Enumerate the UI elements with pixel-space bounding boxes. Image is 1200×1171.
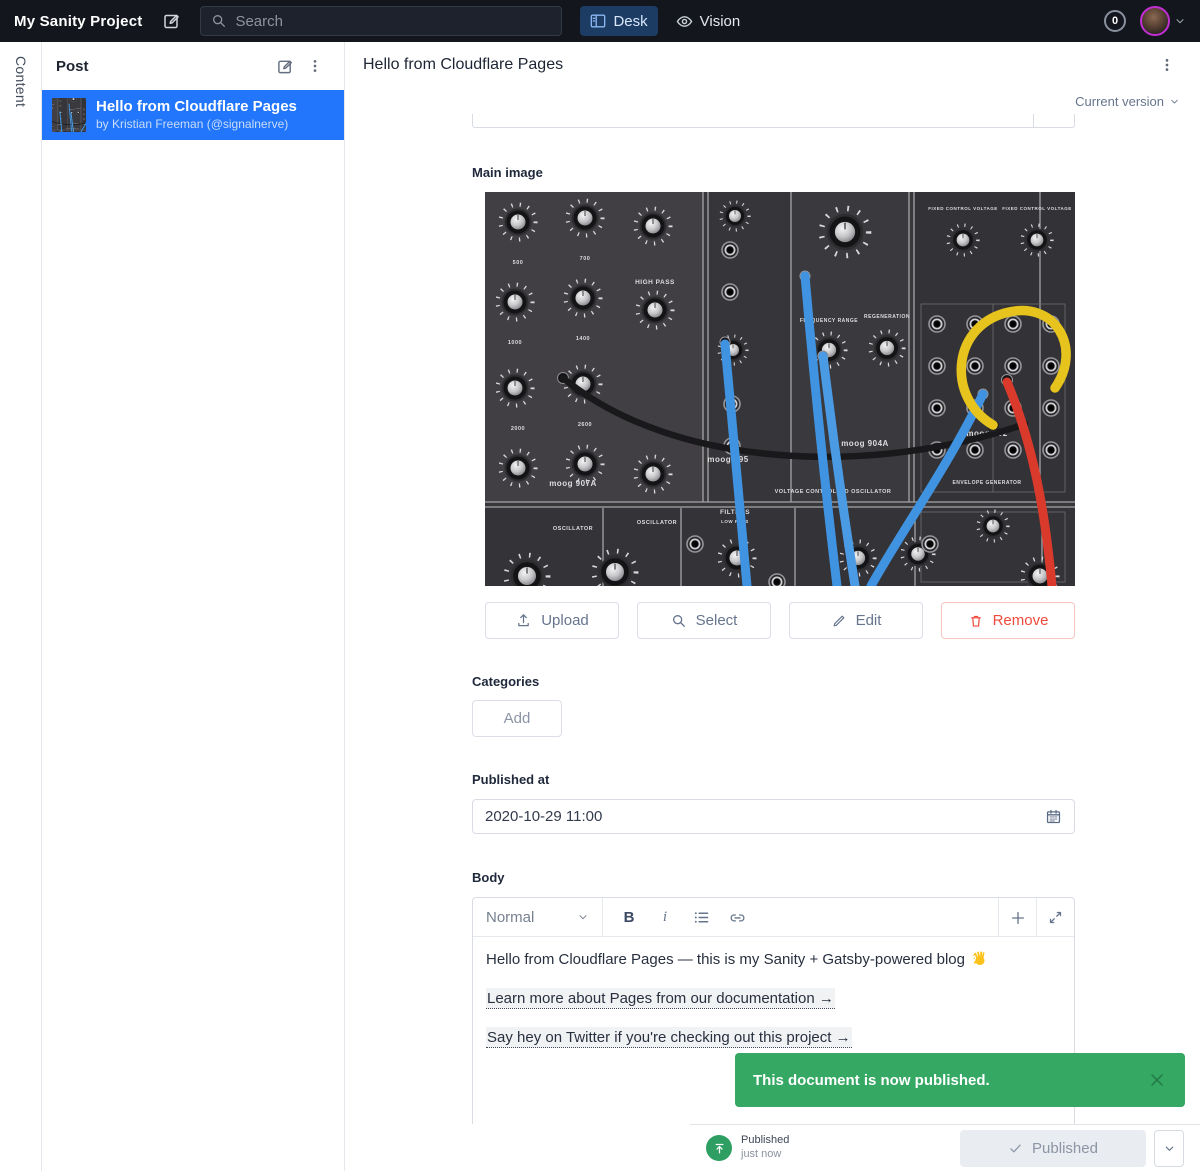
sanity-studio-window: My Sanity Project Desk Vision 0 Content … [0, 0, 1200, 1171]
body-paragraph-text: Hello from Cloudflare Pages — this is my… [486, 951, 965, 968]
published-icon [706, 1135, 732, 1161]
list-item-post[interactable]: Hello from Cloudflare Pages by Kristian … [42, 90, 344, 140]
main-image-label: Main image [472, 165, 1075, 180]
categories-label: Categories [472, 674, 1075, 689]
publish-button-label: Published [1032, 1140, 1098, 1157]
wave-emoji [971, 950, 988, 967]
new-document-icon[interactable] [270, 51, 300, 81]
body-link-paragraph: Learn more about Pages from our document… [486, 988, 1061, 1010]
pencil-icon [831, 613, 847, 629]
insert-block-button[interactable] [998, 898, 1036, 937]
chevron-down-icon [577, 911, 589, 923]
body-label: Body [472, 870, 1075, 885]
paragraph-style-value: Normal [486, 909, 534, 926]
content-rail[interactable]: Content [0, 42, 42, 1171]
list-pane-title: Post [56, 58, 270, 75]
publish-status-time: just now [741, 1148, 789, 1162]
version-selector[interactable]: Current version [1075, 94, 1180, 109]
body-paragraph: Hello from Cloudflare Pages — this is my… [486, 949, 1061, 971]
publish-status-label: Published [741, 1134, 789, 1148]
avatar[interactable] [1140, 6, 1170, 36]
search-input[interactable] [235, 13, 551, 30]
top-navbar: My Sanity Project Desk Vision 0 [0, 0, 1200, 42]
list-pane-header: Post [42, 42, 344, 90]
document-footer: Published just now Published [690, 1124, 1200, 1171]
list-item-title: Hello from Cloudflare Pages [96, 98, 297, 117]
content-rail-label: Content [13, 56, 29, 107]
editor-header: Hello from Cloudflare Pages [345, 42, 1200, 88]
rte-toolbar: Normal B i [473, 898, 1074, 937]
published-at-field [472, 799, 1075, 834]
plus-icon [1010, 910, 1026, 926]
fullscreen-button[interactable] [1036, 898, 1074, 937]
body-link-twitter[interactable]: Say hey on Twitter if you're checking ou… [486, 1027, 852, 1048]
chevron-down-icon [1169, 96, 1180, 107]
published-at-label: Published at [472, 772, 1075, 787]
upload-icon [515, 612, 532, 629]
body-link-docs[interactable]: Learn more about Pages from our document… [486, 988, 835, 1009]
toast-message: This document is now published. [753, 1072, 1143, 1089]
toast-close-icon[interactable] [1143, 1066, 1171, 1094]
expand-icon [1048, 910, 1063, 925]
link-icon [729, 909, 746, 926]
publish-status-chip: Published just now [706, 1134, 789, 1162]
chevron-down-icon [1163, 1142, 1176, 1155]
editor-menu-icon[interactable] [1152, 50, 1182, 80]
trash-icon [968, 613, 984, 629]
edit-button-label: Edit [856, 612, 882, 629]
check-icon [1008, 1141, 1023, 1156]
tab-desk-label: Desk [613, 13, 647, 30]
version-label: Current version [1075, 94, 1164, 109]
document-title: Hello from Cloudflare Pages [363, 56, 1152, 74]
link-button[interactable] [719, 898, 755, 937]
select-button[interactable]: Select [637, 602, 771, 639]
select-button-label: Select [696, 612, 738, 629]
remove-button-label: Remove [993, 612, 1049, 629]
publish-menu-button[interactable] [1154, 1130, 1184, 1167]
eye-icon [676, 13, 693, 30]
project-title: My Sanity Project [14, 13, 142, 30]
clipped-text-field[interactable] [472, 114, 1075, 128]
toast-published: This document is now published. [735, 1053, 1185, 1107]
main-image-preview[interactable] [485, 192, 1075, 586]
edit-button[interactable]: Edit [789, 602, 923, 639]
document-form: Main image Upload Select Edit [472, 114, 1075, 1124]
presence-count-badge[interactable]: 0 [1104, 10, 1126, 32]
search-bar[interactable] [200, 6, 562, 36]
calendar-icon[interactable] [1045, 808, 1062, 825]
tab-vision-label: Vision [700, 13, 741, 30]
upload-button[interactable]: Upload [485, 602, 619, 639]
bullet-list-button[interactable] [683, 898, 719, 937]
compose-icon[interactable] [156, 5, 188, 37]
add-category-button[interactable]: Add [472, 700, 562, 737]
document-editor-pane: Hello from Cloudflare Pages Current vers… [345, 42, 1200, 1171]
search-icon [211, 13, 227, 29]
desk-panes-icon [590, 13, 606, 29]
body-link-paragraph: Say hey on Twitter if you're checking ou… [486, 1027, 1061, 1049]
paragraph-style-select[interactable]: Normal [473, 898, 603, 936]
tab-desk[interactable]: Desk [580, 6, 657, 36]
version-row: Current version [345, 88, 1200, 114]
remove-button[interactable]: Remove [941, 602, 1075, 639]
image-actions: Upload Select Edit Remove [485, 602, 1075, 639]
published-at-input[interactable] [485, 808, 1045, 825]
list-item-subtitle: by Kristian Freeman (@signalnerve) [96, 117, 297, 133]
list-pane-menu-icon[interactable] [300, 51, 330, 81]
italic-button[interactable]: i [647, 898, 683, 937]
avatar-chevron-down-icon[interactable] [1174, 15, 1186, 27]
document-list-pane: Post Hello from Cloudflare Pages by Kris… [42, 42, 345, 1171]
upload-button-label: Upload [541, 612, 589, 629]
bullet-list-icon [693, 909, 710, 926]
list-item-thumbnail [52, 98, 86, 132]
publish-button[interactable]: Published [960, 1130, 1146, 1167]
search-icon [671, 613, 687, 629]
tab-vision[interactable]: Vision [666, 6, 751, 36]
bold-button[interactable]: B [611, 898, 647, 937]
